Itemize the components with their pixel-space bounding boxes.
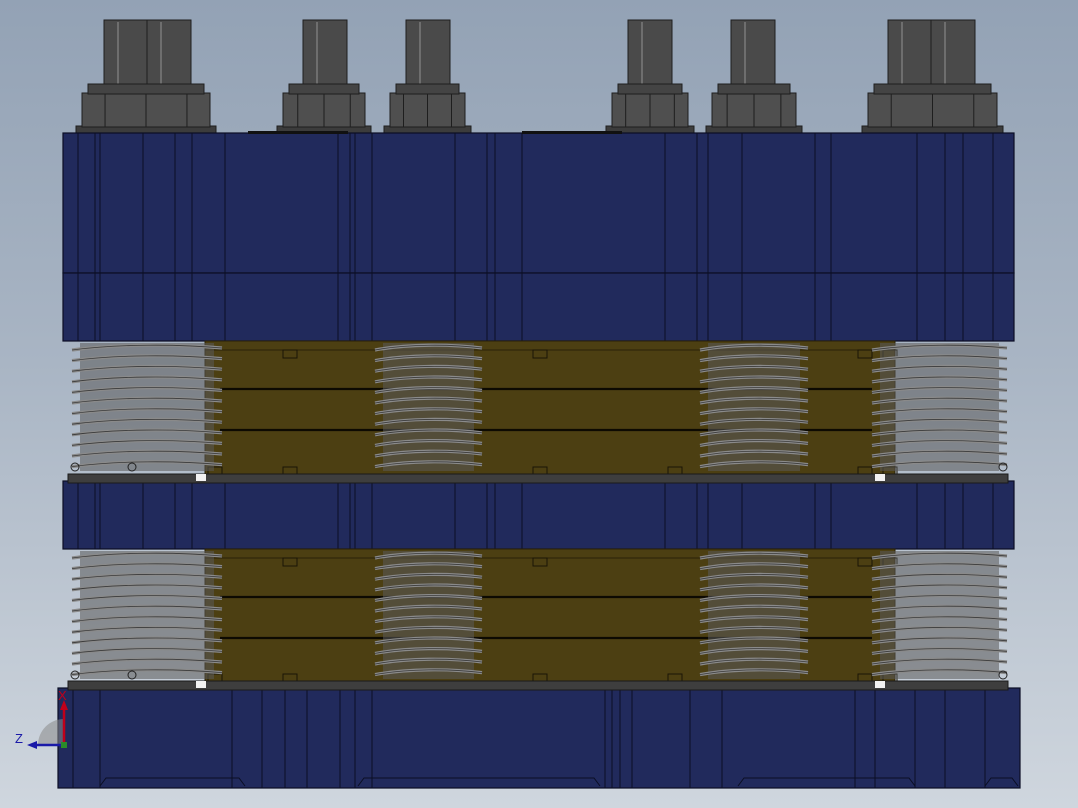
bolt-stem	[146, 19, 192, 89]
bolt-stem	[930, 19, 976, 89]
bolt-stem	[887, 19, 933, 89]
bolt-stem	[730, 19, 776, 89]
top-plate-slot	[248, 131, 348, 134]
die-base-plate	[57, 687, 1021, 789]
top-plate-slot	[522, 131, 622, 134]
graphics-viewport[interactable]: X Z	[0, 0, 1078, 808]
bolt-nut-chamfer	[873, 83, 992, 95]
guide-bar-gap	[196, 474, 206, 481]
bolt-nut-chamfer	[87, 83, 205, 95]
bolt-nut-chamfer	[617, 83, 683, 95]
stripper-plate	[62, 480, 1015, 550]
guide-bar	[67, 680, 1009, 691]
triad-z-label: Z	[15, 731, 23, 746]
bolt-stem	[302, 19, 348, 89]
guide-bar-gap	[875, 681, 885, 688]
guide-bar	[67, 473, 1009, 484]
bolt-group	[75, 19, 1004, 135]
bolt-stem	[103, 19, 149, 89]
bolt-stem	[627, 19, 673, 89]
bolt-nut-chamfer	[395, 83, 460, 95]
top-plate	[62, 132, 1015, 274]
guide-bar-gap	[875, 474, 885, 481]
bolt-stem	[405, 19, 451, 89]
die-assembly-model[interactable]	[0, 0, 1078, 808]
punch-holder-plate	[62, 272, 1015, 342]
guide-bar-gap	[196, 681, 206, 688]
bolt-nut-chamfer	[288, 83, 360, 95]
triad-x-label: X	[58, 688, 67, 703]
bolt-nut-chamfer	[717, 83, 791, 95]
